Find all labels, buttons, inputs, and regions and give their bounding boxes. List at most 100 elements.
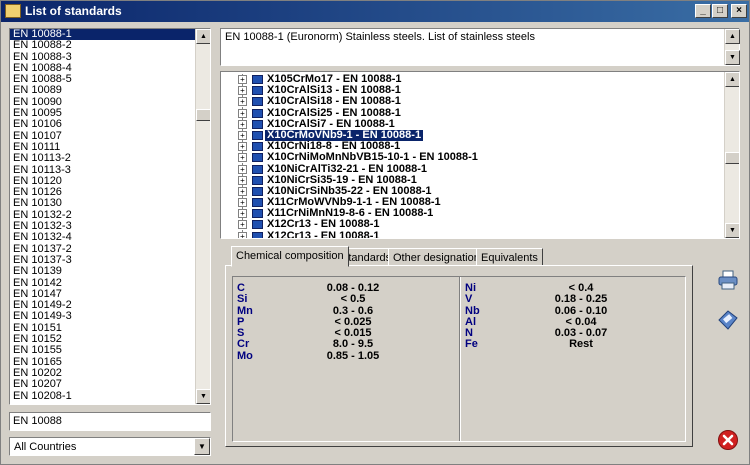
tree-item-label: X10CrNiMoMnNbVB15-10-1 - EN 10088-1 <box>267 151 478 164</box>
country-select[interactable]: All Countries ▼ <box>9 437 211 456</box>
element-symbol: Si <box>237 293 248 306</box>
composition-row: Fe Rest <box>461 338 687 351</box>
book-icon <box>252 108 263 118</box>
scroll-down-button[interactable]: ▼ <box>725 223 739 238</box>
composition-row: V 0.18 - 0.25 <box>461 293 687 306</box>
expand-icon[interactable]: + <box>238 175 247 185</box>
element-symbol: Mo <box>237 349 253 362</box>
book-icon <box>252 86 263 96</box>
scroll-down-button[interactable]: ▼ <box>725 50 740 65</box>
composition-row: Mo 0.85 - 1.05 <box>233 349 459 362</box>
chemical-composition-panel: C 0.08 - 0.12 Si < 0.5 Mn 0.3 - 0.6 P < 0.025 S <… <box>225 265 693 447</box>
app-icon <box>5 4 21 18</box>
expand-icon[interactable]: + <box>238 86 247 96</box>
description-text: EN 10088-1 (Euronorm) Stainless steels. … <box>225 31 535 43</box>
expand-icon[interactable]: + <box>238 164 247 174</box>
scroll-thumb[interactable] <box>196 109 210 121</box>
tree-scrollbar[interactable]: ▲ ▼ <box>724 72 739 238</box>
title-bar: List of standards _ □ × <box>1 1 749 22</box>
tab-other-designations[interactable]: Other designations <box>388 248 491 266</box>
expand-icon[interactable]: + <box>238 75 247 84</box>
scroll-down-button[interactable]: ▼ <box>196 389 210 404</box>
element-symbol: V <box>465 293 473 306</box>
expand-icon[interactable]: + <box>238 142 247 152</box>
export-button[interactable] <box>717 309 739 331</box>
tree-item-label: X12Cr13 - EN 10088-1 <box>267 218 380 231</box>
tab-equivalents[interactable]: Equivalents <box>476 248 543 266</box>
search-input[interactable]: EN 10088 <box>9 412 211 431</box>
book-icon <box>252 198 263 208</box>
element-value: Rest <box>569 338 593 351</box>
diskette-icon <box>718 310 738 330</box>
composition-right-column: Ni < 0.4 V 0.18 - 0.25 Nb 0.06 - 0.10 Al < 0.04… <box>461 282 687 351</box>
scroll-up-button[interactable]: ▲ <box>196 29 210 44</box>
book-icon <box>252 231 263 238</box>
expand-icon[interactable]: + <box>238 186 247 196</box>
book-icon <box>252 220 263 230</box>
book-icon <box>252 153 263 163</box>
book-icon <box>252 119 263 129</box>
book-icon <box>252 97 263 107</box>
standard-list-item[interactable]: EN 10208-1 <box>10 390 196 402</box>
close-button[interactable] <box>717 429 739 451</box>
expand-icon[interactable]: + <box>238 220 247 230</box>
composition-box: C 0.08 - 0.12 Si < 0.5 Mn 0.3 - 0.6 P < 0.025 S <… <box>232 276 686 442</box>
standard-description: EN 10088-1 (Euronorm) Stainless steels. … <box>220 28 740 66</box>
tree-item[interactable]: + X10CrNiMoMnNbVB15-10-1 - EN 10088-1 <box>221 151 725 164</box>
expand-icon[interactable]: + <box>238 209 247 219</box>
scroll-thumb[interactable] <box>725 152 739 164</box>
expand-icon[interactable]: + <box>238 97 247 107</box>
book-icon <box>252 186 263 196</box>
chevron-down-icon[interactable]: ▼ <box>194 438 210 455</box>
book-icon <box>252 75 263 84</box>
description-scrollbar[interactable]: ▲ ▼ <box>724 29 740 65</box>
standards-list[interactable]: EN 10088-1 EN 10088-2 EN 10088-3 EN 10088-4… <box>9 28 211 405</box>
element-value: 0.85 - 1.05 <box>326 349 380 362</box>
tree-item[interactable]: + X10NiCrAlTi32-21 - EN 10088-1 <box>221 163 725 175</box>
book-icon <box>252 130 263 140</box>
scroll-up-button[interactable]: ▲ <box>725 29 740 44</box>
close-window-button[interactable]: × <box>731 4 747 18</box>
expand-icon[interactable]: + <box>238 198 247 208</box>
minimize-button[interactable]: _ <box>695 4 711 18</box>
standard-list-item[interactable]: EN 10207 <box>10 378 196 390</box>
maximize-button[interactable]: □ <box>712 4 728 18</box>
close-icon <box>718 430 738 450</box>
printer-icon <box>718 270 738 290</box>
composition-row: Si < 0.5 <box>233 293 459 306</box>
book-icon <box>252 209 263 219</box>
tree-item[interactable]: + X12Cr13 - EN 10088-1 <box>221 218 725 231</box>
element-value: 0.18 - 0.25 <box>554 293 608 306</box>
expand-icon[interactable]: + <box>238 119 247 129</box>
tree-item[interactable]: + X10CrAlSi18 - EN 10088-1 <box>221 95 725 108</box>
standard-list-item[interactable]: EN 10139 <box>10 265 196 277</box>
standard-list-item[interactable]: EN 10132-4 <box>10 232 196 244</box>
standards-list-rows: EN 10088-1 EN 10088-2 EN 10088-3 EN 10088-4… <box>10 29 196 402</box>
expand-icon[interactable]: + <box>238 130 247 140</box>
element-symbol: Fe <box>465 338 478 351</box>
book-icon <box>252 164 263 174</box>
list-of-standards-window: List of standards _ □ × EN 10088-1 EN 100… <box>0 0 750 465</box>
steel-grade-tree[interactable]: + X105CrMo17 - EN 10088-1 + X10CrAlSi13 - E… <box>220 71 740 239</box>
composition-left-column: C 0.08 - 0.12 Si < 0.5 Mn 0.3 - 0.6 P < 0.025 S <… <box>233 282 459 362</box>
window-title: List of standards <box>25 4 122 18</box>
tab-chemical-composition[interactable]: Chemical composition <box>231 246 349 267</box>
print-button[interactable] <box>717 269 739 291</box>
tree-item-label: X10CrAlSi18 - EN 10088-1 <box>267 95 401 108</box>
tree-item[interactable]: + X12Cr13 - EN 10088-1 <box>221 229 725 239</box>
standard-list-item[interactable]: EN 10113-2 <box>10 152 196 164</box>
scroll-up-button[interactable]: ▲ <box>725 72 739 87</box>
standard-list-item[interactable]: EN 10088-2 <box>10 39 196 51</box>
steel-grade-tree-rows: + X105CrMo17 - EN 10088-1 + X10CrAlSi13 - E… <box>221 73 725 239</box>
book-icon <box>252 142 263 152</box>
tree-item-label: X12Cr13 - EN 10088-1 <box>267 229 380 239</box>
standards-list-scrollbar[interactable]: ▲ ▼ <box>195 29 210 404</box>
book-icon <box>252 175 263 185</box>
expand-icon[interactable]: + <box>238 153 247 163</box>
country-select-value: All Countries <box>14 441 77 453</box>
standard-list-item[interactable]: EN 10106 <box>10 119 196 131</box>
expand-icon[interactable]: + <box>238 231 247 238</box>
expand-icon[interactable]: + <box>238 108 247 118</box>
standard-list-item[interactable]: EN 10155 <box>10 345 196 357</box>
element-value: < 0.5 <box>340 293 366 306</box>
